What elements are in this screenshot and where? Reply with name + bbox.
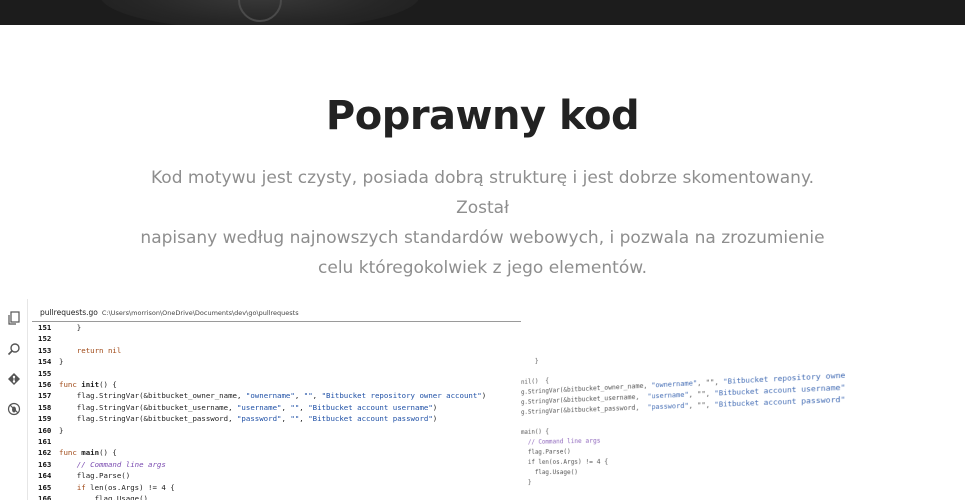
line-code: flag.StringVar(&bitbucket_password, "pas…	[59, 414, 438, 424]
line-code: flag.StringVar(&bitbucket_owner_name, "o…	[59, 391, 487, 401]
line-number: 165	[38, 482, 52, 492]
line-code: func main() {	[59, 448, 117, 458]
code-line: 157 flag.StringVar(&bitbucket_owner_name…	[38, 390, 486, 401]
tab-path: C:\Users\morrison\OneDrive\Documents\dev…	[101, 309, 299, 317]
line-number: 166	[38, 494, 52, 500]
line-number: 151	[38, 323, 52, 332]
code-line: 155	[38, 368, 486, 379]
description-line-1: Kod motywu jest czysty, posiada dobrą st…	[151, 168, 814, 218]
line-number: 154	[38, 357, 52, 367]
line-code: }	[59, 323, 82, 332]
code-line: 158 flag.StringVar(&bitbucket_username, …	[38, 402, 486, 413]
code-perspective-decoration: } nil() { g.StringVar(&bitbucket_owner_n…	[515, 350, 845, 500]
code-line: 159 flag.StringVar(&bitbucket_password, …	[38, 413, 486, 424]
section-description: Kod motywu jest czysty, posiada dobrą st…	[140, 163, 825, 283]
line-code: return nil	[76, 345, 122, 355]
line-number: 153	[38, 345, 52, 355]
code-line: 161	[38, 436, 486, 447]
line-number: 155	[38, 368, 52, 378]
code-line: 160}	[38, 425, 486, 436]
code-line: 163 // Command line args	[38, 459, 486, 470]
line-number: 163	[38, 459, 52, 469]
files-icon	[7, 311, 21, 325]
code-line: 154}	[38, 356, 486, 367]
code-line: 152	[38, 333, 486, 344]
code-line: 153 return nil	[38, 345, 486, 356]
code-editor-screenshot: pullrequests.go C:\Users\morrison\OneDriv…	[0, 299, 521, 500]
line-code: if len(os.Args) != 4 {	[76, 482, 175, 492]
line-code: flag.StringVar(&bitbucket_username, "use…	[59, 402, 438, 412]
section-title: Poprawny kod	[325, 93, 640, 139]
line-number: 157	[38, 391, 52, 401]
code-line: 164 flag.Parse()	[38, 470, 486, 481]
line-number: 158	[38, 402, 52, 412]
line-code: }	[59, 425, 64, 435]
code-line: 156 func init() {	[38, 379, 486, 390]
debug-icon	[7, 402, 21, 416]
line-number: 162	[38, 448, 52, 458]
search-icon	[7, 342, 21, 356]
line-number: 156	[38, 380, 52, 390]
git-icon	[7, 372, 21, 386]
code-listing: 151 } 152 153 return nil 154} 155 156 func ini…	[38, 322, 486, 500]
line-number: 164	[38, 471, 52, 481]
activity-bar	[0, 299, 28, 500]
line-code: func init() {	[59, 380, 117, 390]
code-line: 166 flag.Usage()	[38, 493, 486, 500]
tab-filename: pullrequests.go	[40, 308, 98, 317]
line-code: flag.Parse()	[59, 471, 131, 481]
skewed-code-fragment: } nil() { g.StringVar(&bitbucket_owner_n…	[521, 357, 845, 487]
line-number: 161	[38, 437, 52, 447]
line-code: // Command line args	[59, 459, 166, 469]
line-number: 152	[38, 334, 52, 344]
line-code: }	[59, 357, 64, 367]
description-line-3: celu któregokolwiek z jego elementów.	[318, 258, 647, 278]
description-line-2: napisany według najnowszych standardów w…	[140, 228, 825, 248]
code-line: 165 if len(os.Args) != 4 {	[38, 482, 486, 493]
code-line: 162 func main() {	[38, 447, 486, 458]
line-number: 159	[38, 414, 52, 424]
line-code: flag.Usage()	[59, 494, 148, 500]
line-number: 160	[38, 425, 52, 435]
hero-banner-image	[0, 0, 965, 25]
editor-tab: pullrequests.go C:\Users\morrison\OneDriv…	[40, 308, 299, 317]
code-line: 151 }	[38, 322, 486, 333]
